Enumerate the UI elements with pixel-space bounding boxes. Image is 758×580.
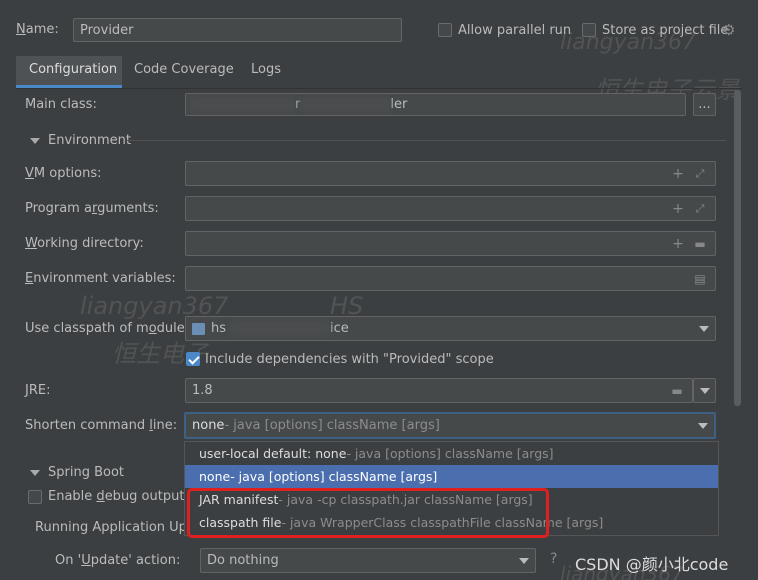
running-update-label: Running Application Upd (35, 520, 196, 535)
jre-dropdown-button[interactable] (693, 378, 716, 403)
folder-icon[interactable]: ▬ (668, 384, 686, 398)
tab-logs[interactable]: Logs (251, 60, 281, 77)
program-args-field[interactable]: + ⤢ (185, 196, 716, 221)
environment-title: Environment (48, 133, 132, 148)
highlight-annotation-box (187, 488, 549, 538)
shorten-select[interactable]: none - java [options] className [args] (184, 412, 716, 439)
popup-item-none[interactable]: none - java [options] className [args] (185, 465, 718, 488)
tab-configuration-label: Configuration (29, 62, 118, 77)
collapse-triangle-icon (30, 469, 40, 476)
spring-boot-section[interactable]: Spring Boot (30, 465, 124, 480)
main-class-field[interactable]: r ler (185, 93, 686, 116)
vm-options-field[interactable]: + ⤢ (185, 161, 716, 186)
allow-parallel-checkbox[interactable] (438, 23, 452, 37)
jre-label: JRE: (25, 383, 51, 398)
main-class-text-b: ler (390, 97, 408, 112)
spring-boot-title: Spring Boot (48, 465, 125, 480)
expand-icon[interactable]: ⤢ (691, 167, 709, 181)
chevron-down-icon (699, 387, 710, 394)
program-args-label: Program arguments: (25, 201, 159, 216)
redacted-block (190, 97, 295, 112)
csdn-watermark: CSDN @颜小北code (575, 555, 729, 574)
store-project-label: Store as project file (602, 23, 729, 38)
plus-icon[interactable]: + (669, 201, 687, 217)
enable-debug-checkbox[interactable] (28, 490, 42, 504)
vm-options-label: VM options: (25, 166, 102, 181)
popup-item-user-local[interactable]: user-local default: none - java [options… (185, 442, 718, 465)
classpath-module-select[interactable]: hs ice (185, 316, 716, 341)
module-name-b: ice (330, 321, 349, 336)
scrollbar-thumb[interactable] (734, 90, 741, 406)
shorten-label: Shorten command line: (25, 418, 178, 433)
env-vars-label: Environment variables: (25, 271, 176, 286)
chevron-down-icon (519, 557, 529, 564)
module-icon (192, 322, 205, 335)
plus-icon[interactable]: + (669, 166, 687, 182)
document-icon[interactable]: ▤ (691, 272, 709, 286)
on-update-label: On 'Update' action: (55, 553, 181, 568)
environment-section[interactable]: Environment (30, 133, 131, 148)
gear-icon[interactable]: ⚙ (722, 21, 735, 39)
name-label: Name: (16, 22, 59, 37)
store-project-checkbox[interactable] (582, 23, 596, 37)
on-update-value: Do nothing (207, 553, 279, 568)
chevron-down-icon (699, 325, 709, 332)
redacted-block (230, 321, 331, 336)
section-divider (126, 140, 726, 141)
include-deps-label: Include dependencies with "Provided" sco… (205, 352, 494, 367)
jre-value: 1.8 (192, 383, 213, 398)
name-field[interactable]: Provider (73, 18, 402, 42)
working-dir-field[interactable]: + ▬ (185, 231, 716, 256)
expand-icon[interactable]: ⤢ (691, 202, 709, 216)
allow-parallel-label: Allow parallel run (458, 23, 572, 38)
module-name-a: hs (211, 321, 227, 336)
jre-field[interactable]: 1.8 ▬ (185, 378, 693, 403)
chevron-down-icon (698, 422, 708, 429)
classpath-module-label: Use classpath of module: (25, 321, 190, 336)
main-class-label: Main class: (25, 97, 97, 112)
plus-icon[interactable]: + (669, 236, 687, 252)
on-update-select[interactable]: Do nothing (200, 548, 536, 573)
tab-divider (16, 88, 742, 89)
env-vars-field[interactable]: ▤ (185, 266, 716, 291)
main-class-browse-button[interactable]: ... (693, 93, 716, 116)
include-deps-checkbox[interactable] (186, 352, 200, 366)
folder-icon[interactable]: ▬ (691, 237, 709, 251)
tab-code-coverage[interactable]: Code Coverage (134, 60, 234, 77)
redacted-block (300, 97, 391, 112)
shorten-value-hint: - java [options] className [args] (224, 418, 440, 433)
shorten-value-main: none (192, 418, 225, 433)
collapse-triangle-icon (30, 137, 40, 144)
help-icon[interactable]: ? (550, 551, 557, 567)
enable-debug-label: Enable debug output (48, 489, 185, 504)
working-dir-label: Working directory: (25, 236, 144, 251)
